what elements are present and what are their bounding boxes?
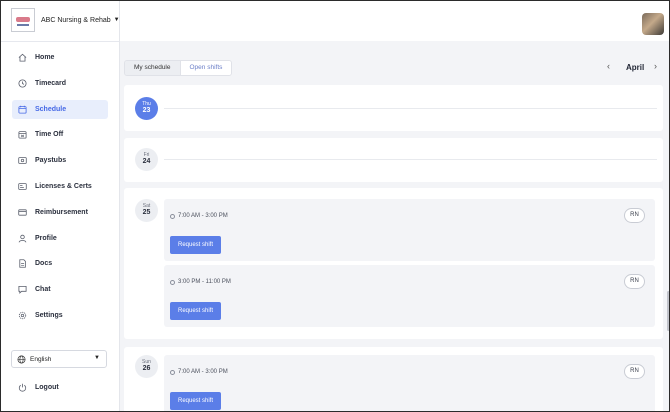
sidebar-item-label: Licenses & Certs [35,182,92,190]
calendar-off-icon [18,130,27,139]
day-number: 24 [142,158,151,165]
globe-icon [17,355,26,364]
sidebar-item-timecard[interactable]: Timecard [12,74,108,93]
sidebar-item-chat[interactable]: Chat [12,280,108,299]
clock-icon [18,79,27,88]
language-value: English [30,355,52,363]
shift-time: 7:00 AM - 3:00 PM [170,213,228,219]
chevron-left-icon[interactable]: ‹ [607,61,610,71]
org-name: ABC Nursing & Rehab [41,16,111,24]
language-select[interactable]: English ▼ [11,350,107,368]
date-badge: Fri 24 [135,148,158,171]
request-shift-button[interactable]: Request shift [170,392,221,410]
shift-card: 3:00 PM - 11:00 PM RN Request shift [164,265,655,327]
sidebar-item-label: Home [35,54,55,61]
sidebar-item-label: Reimbursement [35,208,88,216]
gear-icon [18,311,27,320]
sidebar-item-profile[interactable]: Profile [12,229,108,248]
role-badge: RN [624,364,645,379]
logout-button[interactable]: Logout [18,383,59,392]
day-number: 26 [142,365,151,372]
divider [1,41,119,42]
document-icon [18,259,27,269]
month-label: April [626,63,645,72]
sidebar-item-label: Chat [35,286,51,294]
clock-icon [170,213,175,219]
sidebar-item-schedule[interactable]: Schedule [12,99,108,119]
date-badge: Thu 23 [135,97,158,120]
sidebar-item-label: Time Off [35,131,64,139]
request-shift-button[interactable]: Request shift [170,302,221,320]
shift-card: 7:00 AM - 3:00 PM RN Request shift [164,355,655,411]
avatar[interactable] [642,13,664,35]
sidebar-item-label: Settings [35,311,63,319]
sidebar-item-paystubs[interactable]: Paystubs [12,151,108,170]
sidebar-item-label: Timecard [35,79,66,87]
day-card: Sun 26 7:00 AM - 3:00 PM RN Request shif… [124,347,663,411]
shift-time-text: 3:00 PM - 11:00 PM [178,279,231,285]
top-bar [120,1,669,41]
sidebar-item-home[interactable]: Home [12,48,108,67]
sidebar-nav: Home Timecard Schedule Time Off Paystubs… [12,48,108,332]
tab-my-schedule[interactable]: My schedule [125,61,180,75]
sidebar-item-reimbursement[interactable]: Reimbursement [12,203,108,222]
day-number: 23 [142,107,151,114]
logout-icon [18,383,27,392]
shift-time: 3:00 PM - 11:00 PM [170,279,231,285]
app-window: ABC Nursing & Rehab ▼ Home Timecard Sche… [0,0,670,412]
day-card: Fri 24 [124,138,663,182]
org-logo [11,8,35,32]
date-badge: Sat 25 [135,199,158,222]
user-icon [18,234,27,243]
org-switcher[interactable]: ABC Nursing & Rehab ▼ [11,8,120,32]
role-badge: RN [624,274,645,289]
day-card: Thu 23 [124,85,663,131]
sidebar-item-label: Docs [35,260,53,268]
date-badge: Sun 26 [135,355,158,378]
sidebar-item-settings[interactable]: Settings [12,306,108,325]
divider [164,108,657,109]
tab-open-shifts[interactable]: Open shifts [179,61,232,75]
receipt-icon [18,208,27,217]
sidebar-item-label: Profile [35,234,57,242]
role-badge: RN [624,208,645,223]
id-card-icon [18,182,27,191]
request-shift-button[interactable]: Request shift [170,236,221,254]
caret-down-icon: ▼ [94,355,100,361]
calendar-icon [18,105,27,114]
chat-icon [18,285,27,295]
clock-icon [170,279,175,285]
sidebar-item-time-off[interactable]: Time Off [12,125,108,144]
shift-time-text: 7:00 AM - 3:00 PM [178,369,228,375]
shift-card: 7:00 AM - 3:00 PM RN Request shift [164,199,655,261]
sidebar-item-licenses[interactable]: Licenses & Certs [12,177,108,196]
day-card: Sat 25 7:00 AM - 3:00 PM RN Request shif… [124,188,663,339]
sidebar-item-docs[interactable]: Docs [12,254,108,273]
divider [164,159,657,160]
sidebar-item-label: Schedule [35,105,67,113]
caret-down-icon: ▼ [113,17,120,23]
sidebar-item-label: Paystubs [35,157,67,165]
schedule-tabs: My schedule Open shifts [124,60,233,76]
shift-time: 7:00 AM - 3:00 PM [170,369,228,375]
day-number: 25 [142,209,151,216]
dollar-icon [18,156,27,165]
clock-icon [170,369,175,375]
shift-time-text: 7:00 AM - 3:00 PM [178,213,228,219]
logout-label: Logout [35,384,59,391]
home-icon [18,53,27,62]
sidebar: ABC Nursing & Rehab ▼ Home Timecard Sche… [1,1,120,411]
chevron-right-icon[interactable]: › [654,61,657,71]
